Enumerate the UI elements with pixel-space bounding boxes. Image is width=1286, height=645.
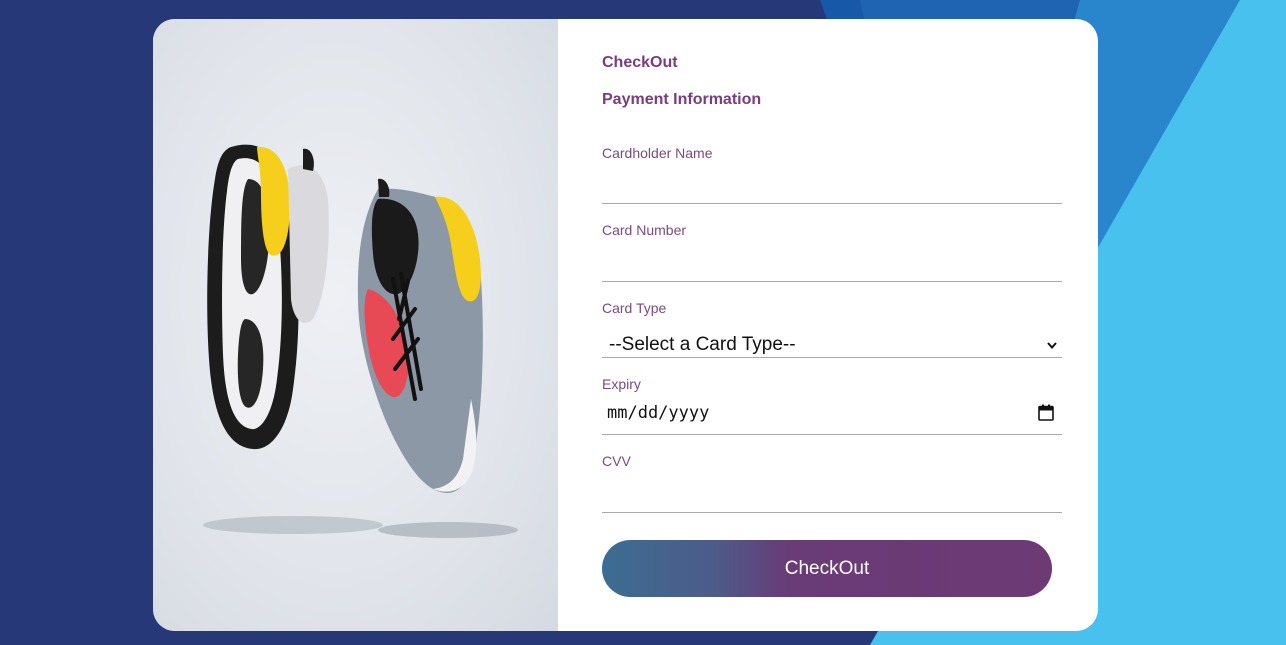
- cardholder-name-input[interactable]: [602, 169, 1062, 203]
- card-number-input[interactable]: [602, 247, 1062, 281]
- checkout-button[interactable]: CheckOut: [602, 540, 1052, 597]
- expiry-label: Expiry: [602, 376, 641, 392]
- product-photo: [153, 19, 558, 631]
- chevron-down-icon: [1046, 338, 1058, 356]
- card-type-underline: [602, 357, 1062, 358]
- cvv-underline: [602, 512, 1062, 513]
- expiry-underline: [602, 434, 1062, 435]
- card-number-underline: [602, 281, 1062, 282]
- card-type-label: Card Type: [602, 300, 667, 316]
- card-type-select[interactable]: --Select a Card Type--: [602, 330, 1062, 358]
- cardholder-name-underline: [602, 203, 1062, 204]
- card-number-label: Card Number: [602, 222, 687, 238]
- payment-form: CheckOut Payment Information Cardholder …: [602, 19, 1062, 631]
- card-type-selected-value: --Select a Card Type--: [609, 334, 796, 355]
- checkout-title: CheckOut: [602, 54, 678, 71]
- cvv-label: CVV: [602, 453, 631, 469]
- expiry-date-input[interactable]: mm/dd/yyyy: [602, 397, 1062, 433]
- calendar-icon[interactable]: [1038, 404, 1054, 426]
- sneakers-image: [203, 144, 518, 538]
- checkout-card: CheckOut Payment Information Cardholder …: [153, 19, 1098, 631]
- cardholder-name-label: Cardholder Name: [602, 145, 713, 161]
- payment-information-heading: Payment Information: [602, 91, 762, 108]
- cvv-input[interactable]: [602, 477, 1062, 511]
- expiry-placeholder: mm/dd/yyyy: [607, 403, 710, 423]
